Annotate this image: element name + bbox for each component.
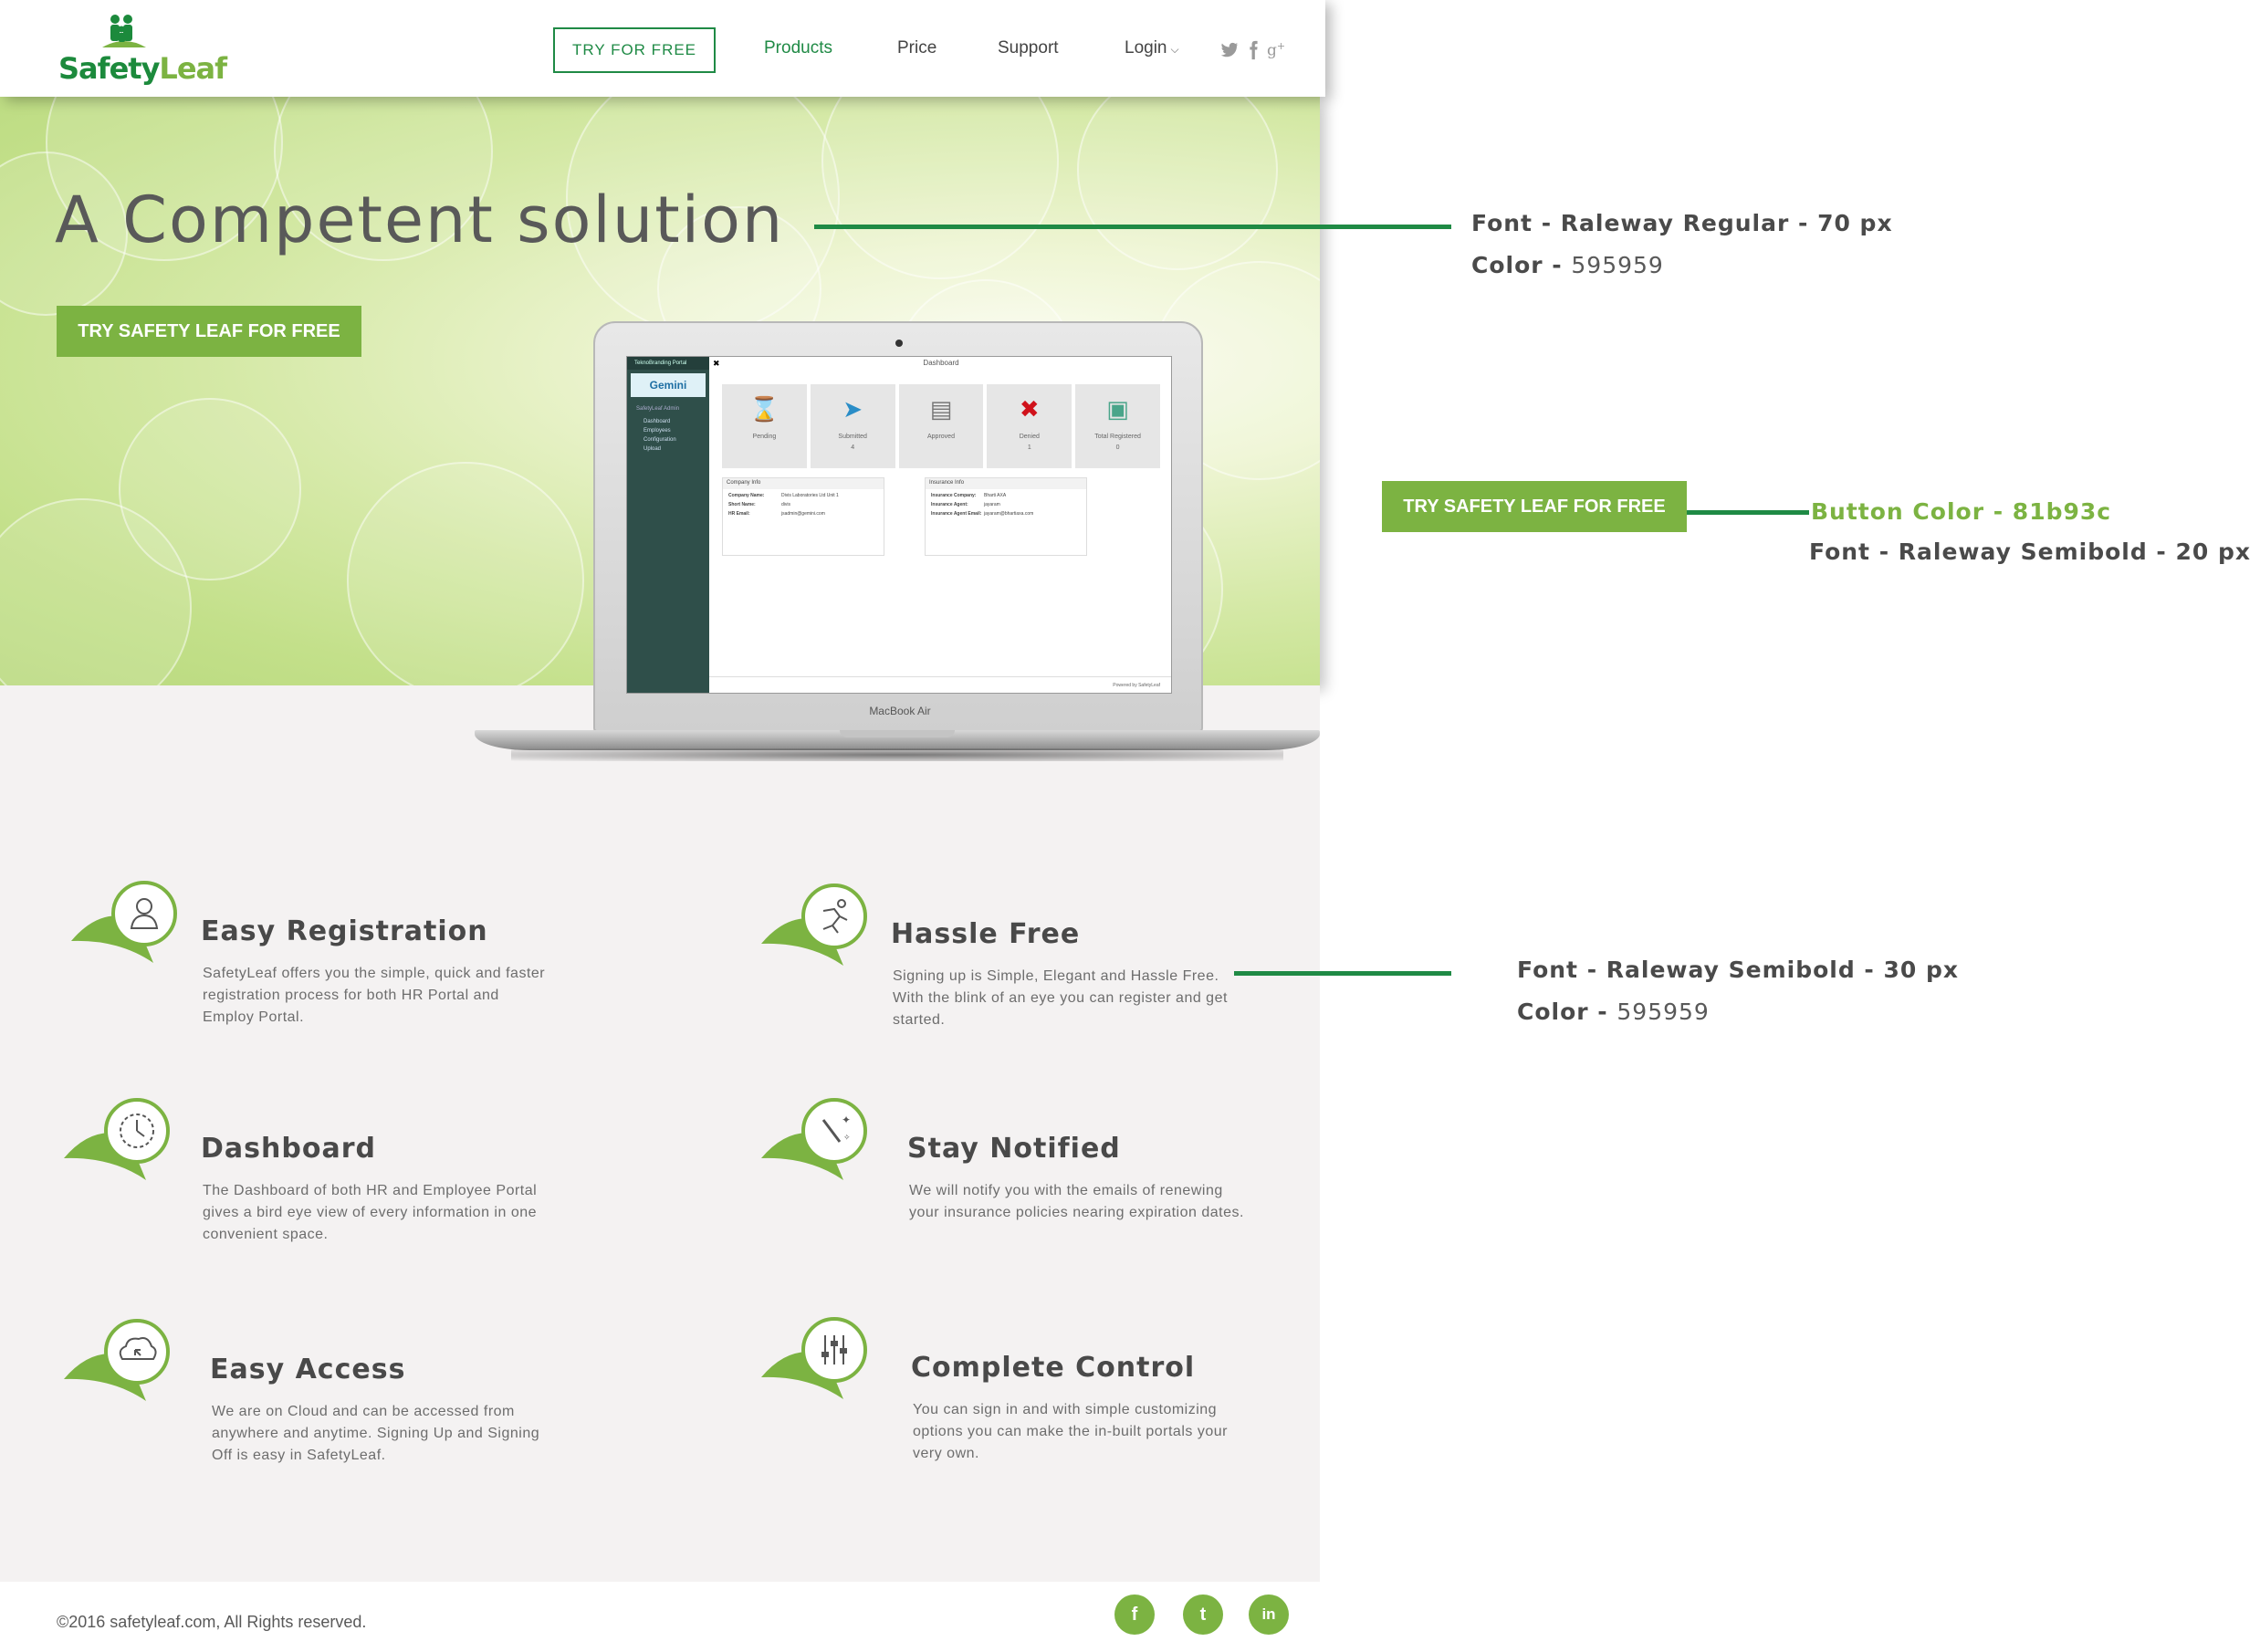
facebook-icon[interactable]: f bbox=[1114, 1594, 1155, 1635]
annotation-feature-color: Color - 595959 bbox=[1517, 999, 1710, 1025]
cloud-icon bbox=[64, 1319, 170, 1401]
paper-plane-icon: ➤ bbox=[842, 395, 863, 423]
annotation-line-feature bbox=[1234, 971, 1451, 976]
try-safety-leaf-button[interactable]: TRY SAFETY LEAF FOR FREE bbox=[57, 306, 361, 357]
feature-title: Stay Notified bbox=[907, 1133, 1121, 1165]
nav-products[interactable]: Products bbox=[764, 38, 832, 58]
laptop-mockup: TeknoBranding Portal Gemini SafetyLeaf A… bbox=[475, 321, 1320, 768]
site-footer: ©2016 safetyleaf.com, All Rights reserve… bbox=[0, 1582, 1320, 1652]
annotation-sample-button: TRY SAFETY LEAF FOR FREE bbox=[1382, 481, 1687, 532]
screen-menu-item: Upload bbox=[643, 446, 662, 452]
feature-dashboard: Dashboard The Dashboard of both HR and E… bbox=[57, 1096, 568, 1260]
magic-wand-icon: ✦ ✧ bbox=[761, 1098, 867, 1180]
logo-wordmark: SafetyLeaf bbox=[58, 51, 227, 86]
nav-support[interactable]: Support bbox=[998, 38, 1059, 58]
screen-portal-label: TeknoBranding Portal bbox=[627, 357, 709, 370]
nav-login-label: Login bbox=[1125, 38, 1167, 58]
annotation-line-button bbox=[1687, 510, 1809, 515]
annotation-button-color: Button Color - 81b93c bbox=[1811, 498, 2112, 525]
annotation-line-title bbox=[814, 225, 1451, 229]
running-man-icon bbox=[761, 884, 867, 966]
screen-menu-item: Dashboard bbox=[643, 419, 671, 424]
screen-card-denied: ✖ Denied 1 bbox=[987, 384, 1072, 468]
feature-stay-notified: ✦ ✧ Stay Notified We will notify you wit… bbox=[754, 1096, 1265, 1260]
try-for-free-button[interactable]: TRY FOR FREE bbox=[553, 27, 716, 73]
feature-text: SafetyLeaf offers you the simple, quick … bbox=[203, 966, 546, 1025]
laptop-lid: TeknoBranding Portal Gemini SafetyLeaf A… bbox=[593, 321, 1203, 732]
user-icon bbox=[71, 881, 177, 963]
screen-insurance-info: Insurance Info Insurance Company: Bharti … bbox=[925, 477, 1087, 556]
linkedin-icon[interactable]: in bbox=[1249, 1594, 1289, 1635]
laptop-notch bbox=[840, 730, 955, 737]
feature-title: Easy Registration bbox=[201, 915, 488, 947]
feature-title: Easy Access bbox=[210, 1354, 406, 1385]
dashboard-screenshot: TeknoBranding Portal Gemini SafetyLeaf A… bbox=[626, 356, 1172, 694]
feature-text: We are on Cloud and can be accessed from… bbox=[212, 1404, 540, 1463]
feature-text: We will notify you with the emails of re… bbox=[909, 1183, 1244, 1220]
svg-text:✧: ✧ bbox=[843, 1133, 851, 1142]
screen-title: Dashboard bbox=[923, 359, 959, 367]
bokeh-circle bbox=[821, 97, 1059, 279]
annotation-title-color: Color - 595959 bbox=[1471, 252, 1664, 278]
nav-login-dropdown[interactable]: Login ⌵ bbox=[1125, 38, 1179, 58]
nav-price[interactable]: Price bbox=[897, 38, 936, 58]
registered-icon: ▣ bbox=[1106, 395, 1129, 423]
screen-card-pending: ⌛ Pending bbox=[722, 384, 807, 468]
laptop-shadow bbox=[511, 748, 1283, 761]
screen-company-info: Company Info Company Name: Divis Laborato… bbox=[722, 477, 884, 556]
screen-footer: Powered by SafetyLeaf bbox=[709, 676, 1171, 693]
clock-icon bbox=[64, 1098, 170, 1180]
laptop-brand-label: MacBook Air bbox=[869, 705, 931, 717]
clipboard-icon: ▤ bbox=[929, 395, 953, 423]
feature-hassle-free: Hassle Free Signing up is Simple, Elegan… bbox=[754, 882, 1265, 1046]
annotation-button-font: Font - Raleway Semibold - 20 px bbox=[1809, 538, 2252, 565]
logo[interactable]: SafetyLeaf bbox=[58, 11, 227, 86]
family-tree-icon bbox=[102, 15, 146, 47]
svg-text:✦: ✦ bbox=[842, 1114, 851, 1126]
twitter-icon[interactable] bbox=[1219, 40, 1240, 60]
chevron-down-icon: ⌵ bbox=[1170, 43, 1179, 56]
feature-title: Complete Control bbox=[911, 1352, 1196, 1384]
copyright-text: ©2016 safetyleaf.com, All Rights reserve… bbox=[57, 1613, 367, 1631]
screen-org-logo: Gemini bbox=[631, 373, 706, 397]
hourglass-icon: ⌛ bbox=[749, 395, 779, 423]
feature-title: Hassle Free bbox=[891, 918, 1081, 950]
facebook-icon[interactable] bbox=[1243, 40, 1263, 60]
features-section: Easy Registration SafetyLeaf offers you … bbox=[0, 685, 1320, 1582]
camera-dot bbox=[895, 340, 903, 347]
screen-menu-item: Configuration bbox=[643, 437, 676, 443]
annotation-feature-font: Font - Raleway Semibold - 30 px bbox=[1517, 957, 1960, 983]
bokeh-circle bbox=[1077, 97, 1278, 270]
feature-complete-control: Complete Control You can sign in and wit… bbox=[754, 1315, 1265, 1479]
screen-menu-item: Employees bbox=[643, 428, 671, 434]
cross-icon: ✖ bbox=[1019, 395, 1040, 423]
feature-easy-access: Easy Access We are on Cloud and can be a… bbox=[57, 1317, 568, 1481]
screen-card-approved: ▤ Approved bbox=[898, 384, 984, 468]
screen-status-cards: ⌛ Pending ➤ Submitted 4 ▤ Approved ✖ Denied 1 … bbox=[722, 384, 1160, 468]
sliders-icon bbox=[761, 1317, 867, 1399]
feature-easy-registration: Easy Registration SafetyLeaf offers you … bbox=[64, 879, 575, 1043]
feature-text: Signing up is Simple, Elegant and Hassle… bbox=[893, 968, 1228, 1028]
feature-text: You can sign in and with simple customiz… bbox=[913, 1402, 1228, 1461]
hero-title: A Competent solution bbox=[55, 183, 785, 257]
google-plus-icon[interactable]: g+ bbox=[1267, 40, 1287, 60]
screen-card-submitted: ➤ Submitted 4 bbox=[810, 384, 895, 468]
feature-text: The Dashboard of both HR and Employee Po… bbox=[203, 1183, 538, 1242]
screen-card-total: ▣ Total Registered 0 bbox=[1075, 384, 1160, 468]
screen-sidebar: TeknoBranding Portal Gemini SafetyLeaf A… bbox=[627, 357, 709, 693]
feature-title: Dashboard bbox=[201, 1133, 376, 1165]
site-header: SafetyLeaf TRY FOR FREE Products Price S… bbox=[0, 0, 1325, 97]
screen-admin-label: SafetyLeaf Admin bbox=[636, 406, 680, 412]
annotation-title-font: Font - Raleway Regular - 70 px bbox=[1471, 210, 1893, 236]
website-mockup: SafetyLeaf TRY FOR FREE Products Price S… bbox=[0, 0, 1325, 1652]
twitter-icon[interactable]: t bbox=[1183, 1594, 1223, 1635]
